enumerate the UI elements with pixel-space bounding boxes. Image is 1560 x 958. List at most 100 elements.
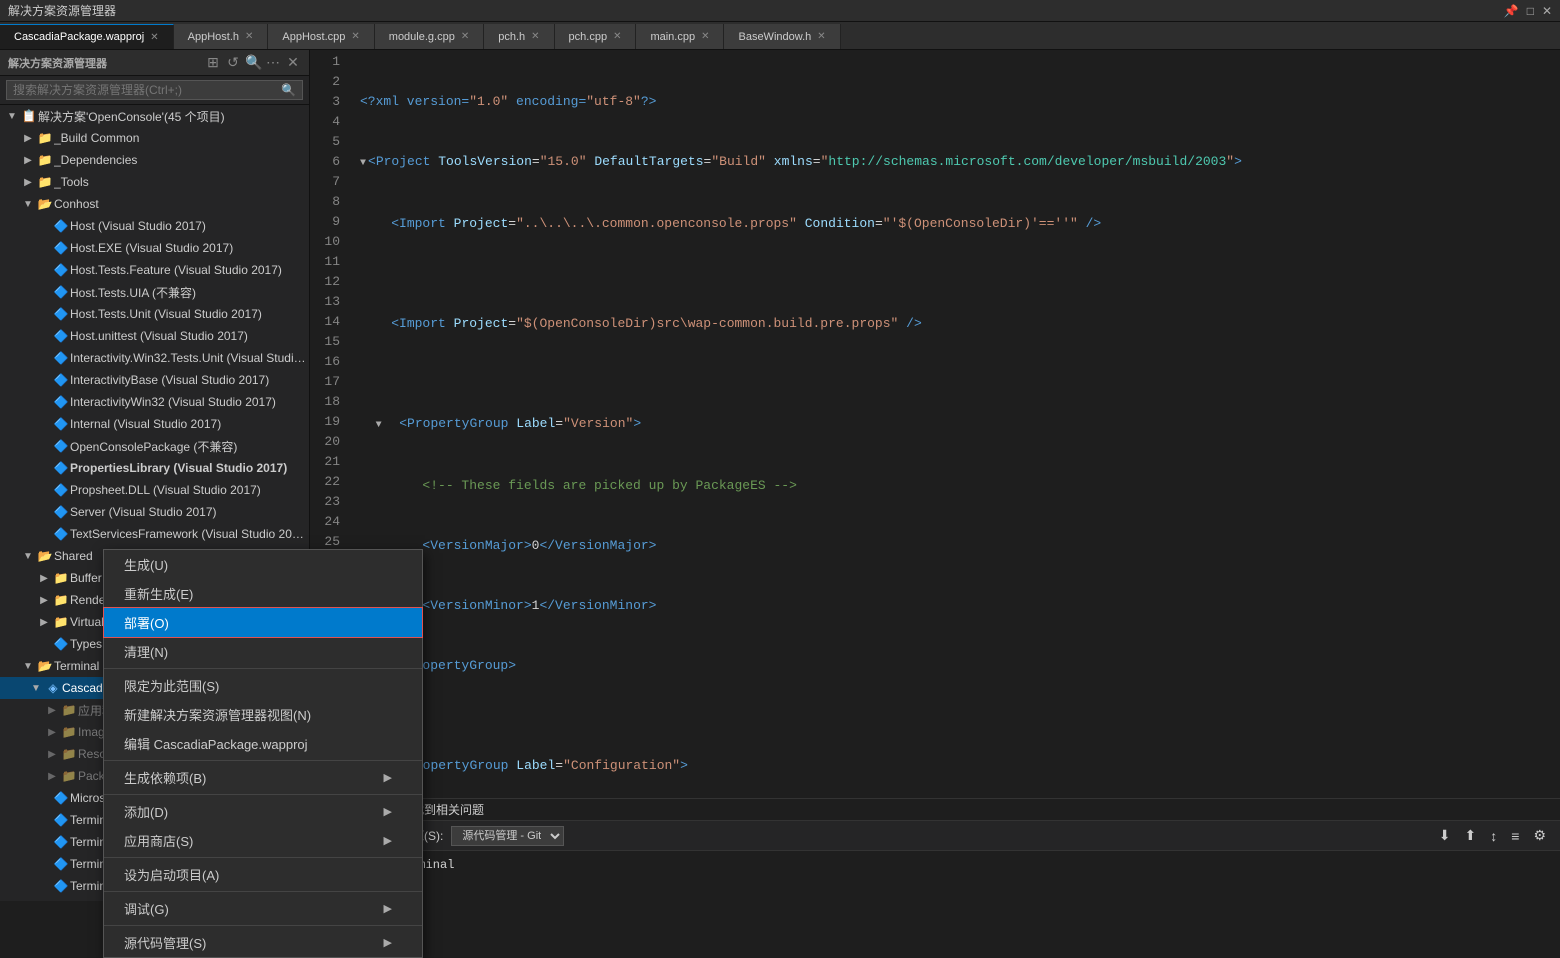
- expand-icon: ▶: [36, 375, 52, 386]
- ctx-editproj[interactable]: 编辑 CascadiaPackage.wapproj: [104, 729, 422, 758]
- sidebar-icon-1[interactable]: ⊞: [205, 54, 221, 71]
- tab-cascadia-pkg[interactable]: CascadiaPackage.wapproj ✕: [0, 24, 174, 49]
- ctx-builddeps[interactable]: 生成依赖项(B) ▶: [104, 763, 422, 792]
- tab-basewindow-h[interactable]: BaseWindow.h ✕: [724, 24, 840, 49]
- expand-icon[interactable]: □: [1527, 4, 1534, 18]
- expand-icon: ▶: [36, 331, 52, 342]
- tab-label-basewindow-h: BaseWindow.h: [738, 31, 811, 43]
- title-bar-text: 解决方案资源管理器: [8, 2, 116, 19]
- sidebar-item-propsheet[interactable]: ▶ 🔷 Propsheet.DLL (Visual Studio 2017): [0, 479, 309, 501]
- sidebar-icon-2[interactable]: ↺: [225, 54, 241, 71]
- output-toolbar-btn-2[interactable]: ⬆: [1461, 825, 1481, 846]
- sidebar-item-tools[interactable]: ▶ 📁 _Tools: [0, 171, 309, 193]
- ctx-appstore-arrow: ▶: [384, 834, 392, 847]
- folder-icon: 📂: [36, 549, 54, 563]
- output-source-select[interactable]: 源代码管理 - Git: [451, 826, 564, 846]
- ctx-rebuild[interactable]: 重新生成(E): [104, 579, 422, 608]
- solution-root[interactable]: ▼ 📋 解决方案'OpenConsole'(45 个项目): [0, 105, 309, 127]
- tab-apphost-cpp[interactable]: AppHost.cpp ✕: [268, 24, 374, 49]
- tab-close-apphost-cpp[interactable]: ✕: [351, 31, 359, 42]
- solution-label: 解决方案'OpenConsole'(45 个项目): [38, 108, 309, 125]
- ctx-add-arrow: ▶: [384, 805, 392, 818]
- search-input-wrap[interactable]: 🔍: [6, 80, 303, 100]
- sidebar-item-label: Host.Tests.Feature (Visual Studio 2017): [70, 263, 309, 277]
- search-input[interactable]: [13, 83, 281, 97]
- expand-icon: ▶: [44, 749, 60, 760]
- sidebar-item-label: _Dependencies: [54, 153, 309, 167]
- tab-main-cpp[interactable]: main.cpp ✕: [636, 24, 724, 49]
- ctx-sep-3: [104, 794, 422, 795]
- tab-label-module-g: module.g.cpp: [389, 31, 455, 43]
- tab-close-pch-h[interactable]: ✕: [531, 31, 539, 42]
- ctx-add-label: 添加(D): [124, 802, 168, 821]
- ctx-add[interactable]: 添加(D) ▶: [104, 797, 422, 826]
- tab-pch-h[interactable]: pch.h ✕: [484, 24, 554, 49]
- tab-label-pch-h: pch.h: [498, 31, 525, 43]
- sidebar-item-openconsole[interactable]: ▶ 🔷 OpenConsolePackage (不兼容): [0, 435, 309, 457]
- expand-icon: ▶: [36, 881, 52, 892]
- sidebar-icon-5[interactable]: ✕: [285, 54, 301, 71]
- ctx-build[interactable]: 生成(U): [104, 550, 422, 579]
- sidebar-item-interactivitywin32-2[interactable]: ▶ 🔷 InteractivityWin32 (Visual Studio 20…: [0, 391, 309, 413]
- conhost-expand-icon: ▼: [20, 199, 36, 210]
- ctx-scope[interactable]: 限定为此范围(S): [104, 671, 422, 700]
- ctx-debug[interactable]: 调试(G) ▶: [104, 894, 422, 923]
- sidebar-item-label: Internal (Visual Studio 2017): [70, 417, 309, 431]
- context-menu: 生成(U) 重新生成(E) 部署(O) 清理(N) 限定为此范围(S) 新建解决…: [103, 549, 423, 958]
- pin-icon[interactable]: 📌: [1504, 4, 1519, 18]
- ctx-setstartup[interactable]: 设为启动项目(A): [104, 860, 422, 889]
- code-content[interactable]: 12345 678910 1112131415 1617181920 21222…: [310, 50, 1560, 798]
- expand-icon: ▶: [36, 617, 52, 628]
- tab-module-g[interactable]: module.g.cpp ✕: [375, 24, 484, 49]
- code-editor[interactable]: 12345 678910 1112131415 1617181920 21222…: [310, 50, 1560, 820]
- tab-close-main-cpp[interactable]: ✕: [701, 31, 709, 42]
- sidebar-item-hostunittest[interactable]: ▶ 🔷 Host.unittest (Visual Studio 2017): [0, 325, 309, 347]
- close-icon[interactable]: ✕: [1542, 4, 1552, 18]
- proj-icon: 🔷: [52, 461, 70, 475]
- sidebar-item-interactivitybase[interactable]: ▶ 🔷 InteractivityBase (Visual Studio 201…: [0, 369, 309, 391]
- folder-icon: 📁: [60, 725, 78, 739]
- output-toolbar-btn-3[interactable]: ↕: [1486, 826, 1501, 846]
- tab-close-module-g[interactable]: ✕: [461, 31, 469, 42]
- tab-label-pch-cpp: pch.cpp: [569, 31, 608, 43]
- proj-icon: 🔷: [52, 373, 70, 387]
- sidebar-item-internal[interactable]: ▶ 🔷 Internal (Visual Studio 2017): [0, 413, 309, 435]
- sidebar-item-hosttestsfeature[interactable]: ▶ 🔷 Host.Tests.Feature (Visual Studio 20…: [0, 259, 309, 281]
- tab-close-apphost-h[interactable]: ✕: [245, 31, 253, 42]
- ctx-clean[interactable]: 清理(N): [104, 637, 422, 666]
- sidebar-item-dependencies[interactable]: ▶ 📁 _Dependencies: [0, 149, 309, 171]
- sidebar-item-hosttestsunit[interactable]: ▶ 🔷 Host.Tests.Unit (Visual Studio 2017): [0, 303, 309, 325]
- ctx-appstore[interactable]: 应用商店(S) ▶: [104, 826, 422, 855]
- sidebar-item-label: Host.Tests.UIA (不兼容): [70, 284, 309, 301]
- output-toolbar-btn-5[interactable]: ⚙: [1529, 825, 1550, 846]
- sidebar-item-hostexe[interactable]: ▶ 🔷 Host.EXE (Visual Studio 2017): [0, 237, 309, 259]
- ctx-deploy[interactable]: 部署(O): [104, 608, 422, 637]
- sidebar-item-build-common[interactable]: ▶ 📁 _Build Common: [0, 127, 309, 149]
- tab-close-pch-cpp[interactable]: ✕: [613, 31, 621, 42]
- ctx-newsolutionview[interactable]: 新建解决方案资源管理器视图(N): [104, 700, 422, 729]
- output-toolbar-btn-1[interactable]: ⬇: [1435, 825, 1455, 846]
- output-toolbar-btn-4[interactable]: ≡: [1507, 826, 1523, 846]
- tab-close-cascadia-pkg[interactable]: ✕: [150, 32, 158, 43]
- expand-icon: ▶: [36, 573, 52, 584]
- folder-icon: 📁: [60, 769, 78, 783]
- ctx-sourcectrl[interactable]: 源代码管理(S) ▶: [104, 928, 422, 957]
- sidebar-item-host[interactable]: ▶ 🔷 Host (Visual Studio 2017): [0, 215, 309, 237]
- tab-close-basewindow-h[interactable]: ✕: [817, 31, 825, 42]
- folder-icon: 📁: [60, 747, 78, 761]
- shared-expand-icon: ▼: [20, 551, 36, 562]
- sidebar-item-propslibrary[interactable]: ▶ 🔷 PropertiesLibrary (Visual Studio 201…: [0, 457, 309, 479]
- tab-apphost-h[interactable]: AppHost.h ✕: [174, 24, 269, 49]
- output-panel: 输出 显示输出来源(S): 源代码管理 - Git ⬇ ⬆ ↕ ≡ ⚙ 正在打开…: [310, 820, 1560, 901]
- sidebar-item-label: Conhost: [54, 197, 309, 211]
- sidebar-icon-4[interactable]: ⋯: [265, 54, 281, 71]
- sidebar-item-server[interactable]: ▶ 🔷 Server (Visual Studio 2017): [0, 501, 309, 523]
- sidebar-item-textservices[interactable]: ▶ 🔷 TextServicesFramework (Visual Studio…: [0, 523, 309, 545]
- sidebar-item-interactivitywin32[interactable]: ▶ 🔷 Interactivity.Win32.Tests.Unit (Visu…: [0, 347, 309, 369]
- tab-pch-cpp[interactable]: pch.cpp ✕: [555, 24, 637, 49]
- sidebar-icon-3[interactable]: 🔍: [245, 54, 261, 71]
- proj-icon: 🔷: [52, 835, 70, 849]
- sidebar-item-conhost[interactable]: ▼ 📂 Conhost: [0, 193, 309, 215]
- expand-icon: ▶: [36, 287, 52, 298]
- sidebar-item-hosttestsuia[interactable]: ▶ 🔷 Host.Tests.UIA (不兼容): [0, 281, 309, 303]
